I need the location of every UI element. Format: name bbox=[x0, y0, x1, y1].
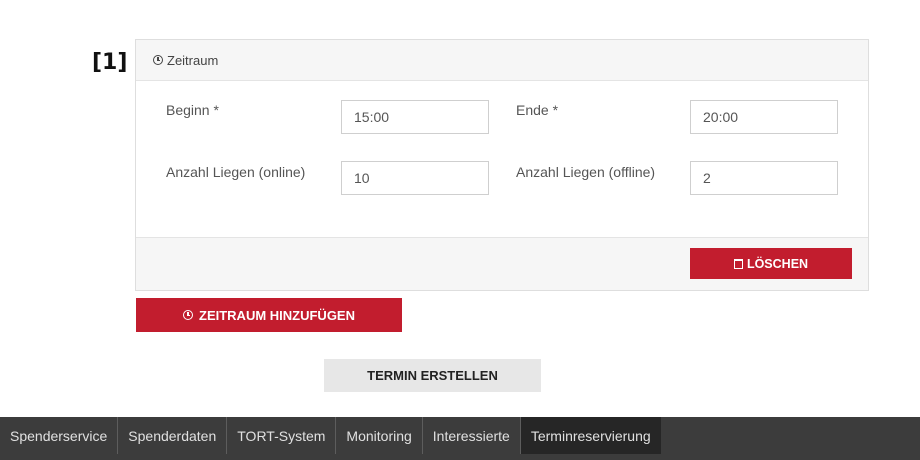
nav-item-terminreservierung[interactable]: Terminreservierung bbox=[520, 417, 661, 454]
step-marker: [1] bbox=[92, 50, 128, 75]
delete-button[interactable]: LÖSCHEN bbox=[690, 248, 852, 279]
offline-beds-label: Anzahl Liegen (offline) bbox=[516, 164, 656, 180]
online-beds-input[interactable] bbox=[341, 161, 489, 195]
nav-item-interessierte[interactable]: Interessierte bbox=[423, 417, 521, 454]
nav-item-tort-system[interactable]: TORT-System bbox=[227, 417, 337, 454]
nav-item-monitoring[interactable]: Monitoring bbox=[336, 417, 423, 454]
panel-title: Zeitraum bbox=[167, 52, 219, 68]
beginn-input[interactable] bbox=[341, 100, 489, 134]
panel-header: Zeitraum bbox=[136, 40, 868, 81]
timespan-panel: Zeitraum Beginn * Ende * Anzahl Liegen (… bbox=[135, 39, 869, 291]
nav-item-spenderdaten[interactable]: Spenderdaten bbox=[118, 417, 228, 454]
beginn-label: Beginn * bbox=[166, 102, 219, 118]
ende-input[interactable] bbox=[690, 100, 838, 134]
nav-item-spenderservice[interactable]: Spenderservice bbox=[0, 417, 119, 454]
clock-icon bbox=[153, 55, 163, 65]
add-timespan-button[interactable]: ZEITRAUM HINZUFÜGEN bbox=[136, 298, 402, 332]
panel-footer: LÖSCHEN bbox=[136, 237, 868, 290]
bottom-navbar: Spenderservice Spenderdaten TORT-System … bbox=[0, 417, 920, 460]
clock-icon bbox=[183, 310, 193, 320]
trash-icon bbox=[733, 258, 743, 269]
ende-label: Ende * bbox=[516, 102, 559, 118]
add-timespan-label: ZEITRAUM HINZUFÜGEN bbox=[199, 307, 355, 323]
offline-beds-input[interactable] bbox=[690, 161, 838, 195]
create-appointment-button[interactable]: TERMIN ERSTELLEN bbox=[324, 359, 541, 392]
delete-button-label: LÖSCHEN bbox=[746, 256, 809, 271]
online-beds-label: Anzahl Liegen (online) bbox=[166, 164, 306, 180]
